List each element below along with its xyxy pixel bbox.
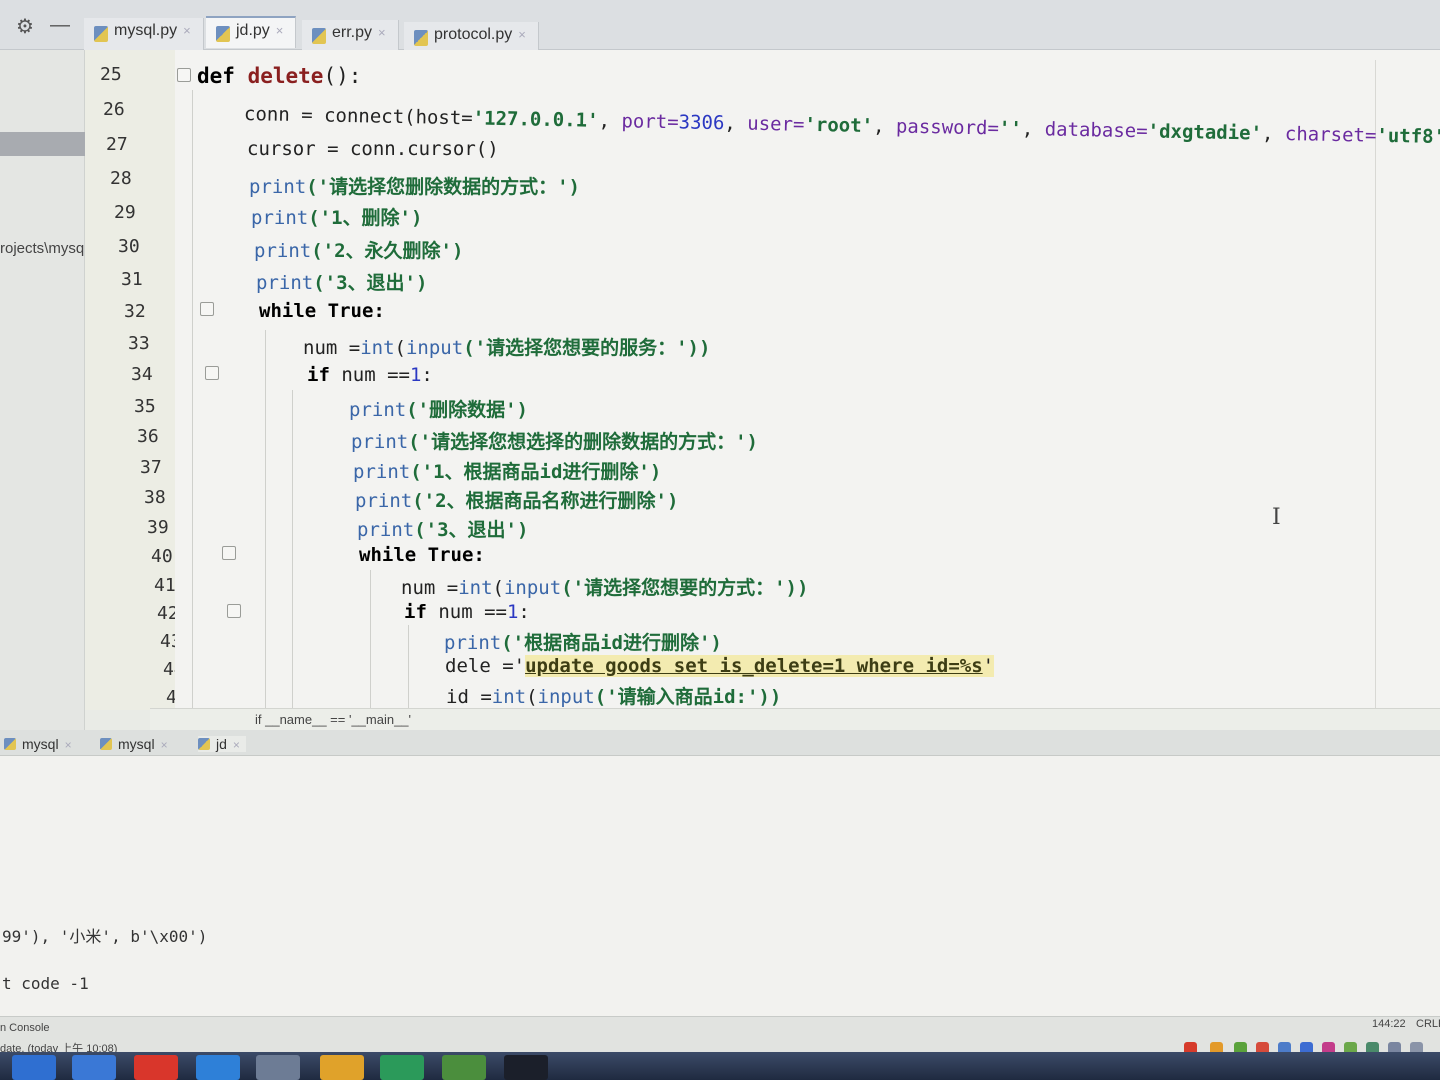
indent-guide — [370, 570, 371, 710]
python-file-icon — [94, 26, 108, 42]
windows-taskbar — [0, 1052, 1440, 1080]
breadcrumb[interactable]: if __name__ == '__main__' — [150, 708, 1440, 730]
console-exit-line: t code -1 — [2, 974, 89, 993]
project-selected-row[interactable] — [0, 132, 90, 156]
taskbar-app-icon[interactable] — [442, 1055, 486, 1080]
line-number: 38 — [144, 487, 166, 508]
code-line-27[interactable]: cursor = conn.cursor() — [247, 138, 499, 160]
code-line-38[interactable]: print('2、根据商品名称进行删除') — [355, 486, 678, 513]
python-file-icon — [216, 26, 230, 42]
line-number: 25 — [100, 64, 122, 85]
close-icon[interactable]: × — [378, 25, 386, 40]
line-number: 29 — [114, 202, 136, 223]
line-number: 28 — [110, 168, 132, 189]
taskbar-app-icon[interactable] — [134, 1055, 178, 1080]
run-console[interactable]: 99'), '小米', b'\x00') t code -1 — [0, 756, 1440, 1016]
line-number: 33 — [128, 333, 150, 354]
editor-tab-bar: ⚙ — mysql.py × jd.py × err.py × protocol.py… — [0, 0, 1440, 54]
code-line-44[interactable]: dele ='update goods set is_delete=1 wher… — [445, 655, 995, 677]
code-line-40[interactable]: while True: — [359, 544, 485, 566]
minimize-icon[interactable]: — — [50, 14, 70, 37]
code-line-37[interactable]: print('1、根据商品id进行删除') — [353, 457, 661, 484]
indent-guide — [192, 90, 193, 710]
fold-marker-icon[interactable] — [177, 68, 191, 82]
project-path[interactable]: rojects\mysql\ — [0, 240, 92, 257]
code-line-25[interactable]: def delete(): — [197, 64, 361, 88]
text-cursor-icon: I — [1272, 505, 1281, 530]
python-file-icon — [100, 738, 112, 750]
run-tab-jd[interactable]: jd × — [198, 736, 246, 752]
start-button[interactable] — [12, 1055, 56, 1080]
fold-marker-icon[interactable] — [205, 366, 219, 380]
line-separator[interactable]: CRLF — [1416, 1018, 1440, 1030]
line-number: 26 — [103, 99, 125, 120]
caret-position[interactable]: 144:22 — [1372, 1018, 1406, 1030]
code-line-28[interactable]: print('请选择您删除数据的方式：') — [249, 172, 580, 199]
close-icon[interactable]: × — [233, 738, 240, 752]
code-line-30[interactable]: print('2、永久删除') — [254, 236, 463, 263]
tab-jd-py[interactable]: jd.py × — [206, 16, 297, 48]
line-number: 31 — [121, 269, 143, 290]
fold-marker-icon[interactable] — [222, 546, 236, 560]
right-margin-guide — [1375, 60, 1376, 710]
indent-guide — [408, 625, 409, 710]
gear-icon[interactable]: ⚙ — [16, 14, 34, 39]
fold-marker-icon[interactable] — [227, 604, 241, 618]
line-number: 32 — [124, 301, 146, 322]
close-icon[interactable]: × — [161, 738, 168, 752]
line-number: 35 — [134, 396, 156, 417]
pycharm-taskbar-icon[interactable] — [380, 1055, 424, 1080]
line-number: 30 — [118, 236, 140, 257]
terminal-taskbar-icon[interactable] — [504, 1055, 548, 1080]
line-number: 41 — [154, 575, 176, 596]
line-number: 39 — [147, 517, 169, 538]
run-tab-mysql[interactable]: mysql × — [100, 736, 168, 752]
python-file-icon — [4, 738, 16, 750]
python-file-icon — [312, 28, 326, 44]
python-file-icon — [414, 30, 428, 46]
close-icon[interactable]: × — [65, 738, 72, 752]
code-line-34[interactable]: if num ==1: — [307, 364, 433, 386]
code-line-39[interactable]: print('3、退出') — [357, 515, 528, 542]
code-line-45[interactable]: id =int(input('请输入商品id:')) — [446, 682, 781, 709]
console-output-line: 99'), '小米', b'\x00') — [2, 927, 208, 946]
python-console-label[interactable]: n Console — [0, 1022, 50, 1034]
line-number: 37 — [140, 457, 162, 478]
indent-guide — [292, 390, 293, 710]
status-bar: n Console date. (today 上午 10:08) 144:22 … — [0, 1016, 1440, 1056]
code-line-41[interactable]: num =int(input('请选择您想要的方式：')) — [401, 573, 808, 600]
code-line-35[interactable]: print('删除数据') — [349, 395, 528, 422]
python-file-icon — [198, 738, 210, 750]
line-number: 40 — [151, 546, 173, 567]
fold-marker-icon[interactable] — [200, 302, 214, 316]
taskbar-app-icon[interactable] — [196, 1055, 240, 1080]
run-tab-mysql[interactable]: mysql × — [4, 736, 72, 752]
line-number: 27 — [106, 134, 128, 155]
indent-guide — [265, 330, 266, 710]
run-tab-bar: mysql × mysql × jd × — [0, 730, 1440, 756]
sql-string-highlight: update goods set is_delete=1 where id=%s — [525, 655, 983, 677]
close-icon[interactable]: × — [276, 23, 284, 38]
close-icon[interactable]: × — [518, 27, 526, 42]
code-line-32[interactable]: while True: — [259, 300, 385, 322]
close-icon[interactable]: × — [183, 23, 191, 38]
tab-mysql-py[interactable]: mysql.py × — [84, 18, 204, 50]
taskbar-app-icon[interactable] — [72, 1055, 116, 1080]
tab-err-py[interactable]: err.py × — [302, 20, 399, 52]
code-line-31[interactable]: print('3、退出') — [256, 268, 427, 295]
code-line-36[interactable]: print('请选择您想选择的删除数据的方式：') — [351, 427, 758, 454]
line-number: 34 — [131, 364, 153, 385]
taskbar-app-icon[interactable] — [320, 1055, 364, 1080]
line-number: 36 — [137, 426, 159, 447]
code-line-43[interactable]: print('根据商品id进行删除') — [444, 628, 722, 655]
code-line-42[interactable]: if num ==1: — [404, 601, 530, 623]
code-line-29[interactable]: print('1、删除') — [251, 203, 422, 230]
code-line-33[interactable]: num =int(input('请选择您想要的服务：')) — [303, 333, 710, 360]
taskbar-app-icon[interactable] — [256, 1055, 300, 1080]
